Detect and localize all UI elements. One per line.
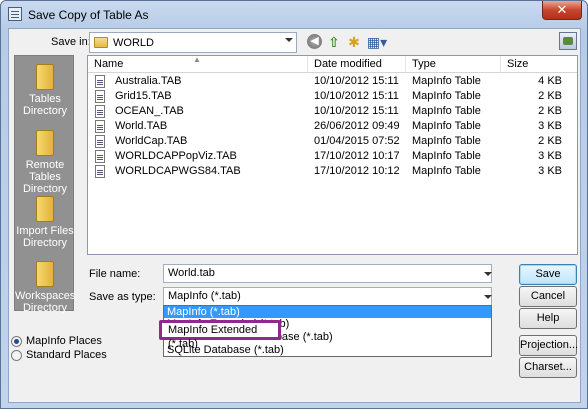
- place-remote-tables-directory[interactable]: Remote Tables Directory: [15, 130, 75, 195]
- title-bar[interactable]: Save Copy of Table As ✕: [1, 1, 587, 29]
- size-cell: 3 KB: [538, 150, 562, 162]
- column-size-header[interactable]: Size: [501, 56, 578, 73]
- save-in-label: Save in:: [51, 36, 91, 48]
- place-tables-directory[interactable]: Tables Directory: [15, 64, 75, 117]
- window-title: Save Copy of Table As: [28, 8, 149, 22]
- folder-icon: [36, 130, 54, 156]
- date-modified-cell: 10/10/2012 15:11: [314, 90, 399, 102]
- save-in-combo[interactable]: WORLD: [89, 32, 297, 53]
- charset-button[interactable]: Charset...: [519, 357, 577, 378]
- sort-ascending-icon: ▲: [193, 55, 201, 64]
- date-modified-cell: 17/10/2012 10:12: [314, 165, 400, 177]
- file-name-label: File name:: [89, 268, 141, 280]
- help-button[interactable]: Help: [519, 308, 577, 329]
- table-row[interactable]: World.TAB 26/06/2012 09:49 MapInfo Table 3 …: [88, 119, 577, 134]
- radio-label: MapInfo Places: [26, 335, 102, 347]
- date-modified-cell: 10/10/2012 15:11: [314, 75, 399, 87]
- table-row[interactable]: WorldCap.TAB 01/04/2015 07:52 MapInfo Tabl…: [88, 134, 577, 149]
- save-in-value: WORLD: [113, 36, 154, 49]
- size-cell: 2 KB: [538, 135, 562, 147]
- column-date-header[interactable]: Date modified: [308, 56, 406, 73]
- file-list[interactable]: Name ▲ Date modified Type Size Australia…: [87, 55, 578, 255]
- table-row[interactable]: WORLDCAPPopViz.TAB 17/10/2012 10:17 MapInf…: [88, 149, 577, 164]
- table-icon: [8, 7, 22, 21]
- highlighted-option-callout[interactable]: MapInfo Extended (*.tab): [159, 320, 281, 350]
- file-icon: [95, 135, 105, 148]
- type-cell: MapInfo Table: [412, 165, 481, 177]
- save-button[interactable]: Save: [519, 264, 577, 285]
- file-name-input[interactable]: World.tab: [163, 264, 492, 283]
- dialog-body: Save in: WORLD ◀ ⇧ ✱ ▦▾ Tables Directory…: [8, 28, 581, 403]
- size-cell: 3 KB: [538, 120, 562, 132]
- file-name-cell: World.TAB: [115, 120, 168, 132]
- date-modified-cell: 01/04/2015 07:52: [314, 135, 400, 147]
- file-name-cell: Australia.TAB: [115, 75, 182, 87]
- up-folder-icon[interactable]: ⇧: [326, 34, 342, 50]
- place-label: Remote Tables Directory: [22, 159, 67, 195]
- dropdown-option[interactable]: MapInfo (*.tab): [164, 306, 491, 318]
- file-icon: [95, 75, 105, 88]
- file-name-cell: WORLDCAPPopViz.TAB: [115, 150, 237, 162]
- save-copy-dialog: Save Copy of Table As ✕ Save in: WORLD ◀…: [0, 0, 588, 409]
- place-label: Tables Directory: [22, 93, 67, 117]
- folder-icon: [36, 64, 54, 90]
- table-row[interactable]: Australia.TAB 10/10/2012 15:11 MapInfo Tab…: [88, 74, 577, 89]
- folder-icon: [94, 37, 108, 48]
- file-icon: [95, 105, 105, 118]
- save-type-label: Save as type:: [89, 291, 156, 303]
- file-name-cell: WorldCap.TAB: [115, 135, 188, 147]
- file-icon: [95, 165, 105, 178]
- dropdown-option[interactable]: SQLite Database (*.tab): [164, 344, 491, 356]
- type-cell: MapInfo Table: [412, 75, 481, 87]
- chevron-down-icon[interactable]: [484, 272, 492, 276]
- type-cell: MapInfo Table: [412, 135, 481, 147]
- new-folder-icon[interactable]: ✱: [346, 34, 362, 50]
- column-type-header[interactable]: Type: [406, 56, 501, 73]
- places-bar: Tables Directory Remote Tables Directory…: [14, 55, 75, 314]
- type-cell: MapInfo Table: [412, 120, 481, 132]
- table-row[interactable]: Grid15.TAB 10/10/2012 15:11 MapInfo Table 2…: [88, 89, 577, 104]
- radio-indicator[interactable]: [11, 335, 22, 347]
- radio-label: Standard Places: [26, 349, 107, 361]
- date-modified-cell: 17/10/2012 10:17: [314, 150, 400, 162]
- file-name-cell: OCEAN_.TAB: [115, 105, 184, 117]
- file-icon: [95, 150, 105, 163]
- folder-icon: [36, 261, 54, 287]
- save-type-select[interactable]: MapInfo (*.tab): [163, 287, 492, 306]
- place-label: Workspaces Directory: [15, 290, 76, 314]
- close-button[interactable]: ✕: [542, 1, 582, 20]
- back-icon[interactable]: ◀: [307, 34, 322, 49]
- table-row[interactable]: OCEAN_.TAB 10/10/2012 15:11 MapInfo Table 2…: [88, 104, 577, 119]
- size-cell: 3 KB: [538, 165, 562, 177]
- type-cell: MapInfo Table: [412, 90, 481, 102]
- type-cell: MapInfo Table: [412, 105, 481, 117]
- chevron-down-icon[interactable]: [285, 38, 293, 42]
- place-import-files-directory[interactable]: Import Files Directory: [15, 196, 75, 249]
- size-cell: 2 KB: [538, 90, 562, 102]
- type-cell: MapInfo Table: [412, 150, 481, 162]
- size-cell: 2 KB: [538, 105, 562, 117]
- network-icon[interactable]: [559, 32, 577, 50]
- projection-button[interactable]: Projection...: [519, 335, 578, 356]
- radio-indicator[interactable]: [11, 349, 22, 361]
- date-modified-cell: 26/06/2012 09:49: [314, 120, 400, 132]
- file-icon: [95, 120, 105, 133]
- file-name-cell: Grid15.TAB: [115, 90, 172, 102]
- views-menu-icon[interactable]: ▦▾: [366, 34, 388, 50]
- folder-icon: [36, 196, 54, 222]
- cancel-button[interactable]: Cancel: [519, 286, 577, 307]
- date-modified-cell: 10/10/2012 15:11: [314, 105, 399, 117]
- standard-places-radio[interactable]: Standard Places: [11, 349, 107, 361]
- file-name-cell: WORLDCAPWGS84.TAB: [115, 165, 241, 177]
- place-workspaces-directory[interactable]: Workspaces Directory: [15, 261, 75, 314]
- place-label: Import Files Directory: [16, 225, 74, 249]
- size-cell: 4 KB: [538, 75, 562, 87]
- file-list-header: Name ▲ Date modified Type Size: [88, 55, 578, 73]
- table-row[interactable]: WORLDCAPWGS84.TAB 17/10/2012 10:12 MapInfo…: [88, 164, 577, 179]
- mapinfo-places-radio[interactable]: MapInfo Places: [11, 335, 102, 347]
- file-icon: [95, 90, 105, 103]
- chevron-down-icon[interactable]: [484, 295, 492, 299]
